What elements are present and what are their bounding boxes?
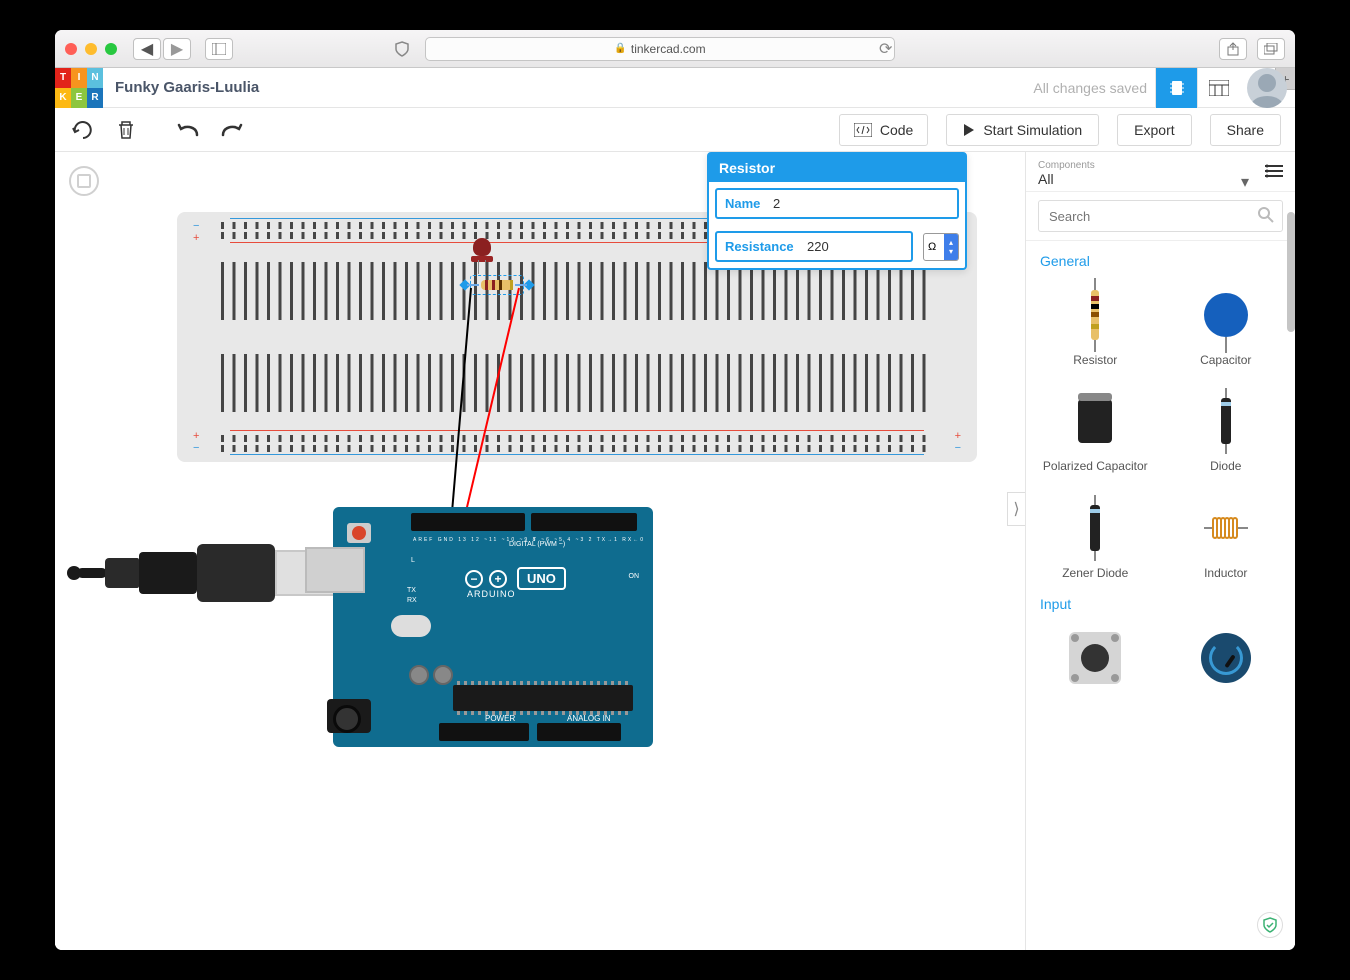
panel-scrollbar[interactable] [1287, 212, 1295, 332]
components-search-input[interactable] [1038, 200, 1283, 232]
safari-toolbar: ◀ ▶ 🔒 tinkercad.com ⟳ [55, 30, 1295, 68]
sim-label: Start Simulation [983, 122, 1082, 138]
chevron-down-icon: ▾ [1241, 172, 1249, 192]
resistor-component[interactable] [473, 278, 521, 292]
component-potentiometer[interactable] [1161, 616, 1292, 708]
components-dropdown[interactable]: Components All ▾ [1038, 160, 1255, 187]
export-label: Export [1134, 122, 1174, 138]
section-general: General [1030, 249, 1291, 273]
components-panel: Components All ▾ General [1025, 152, 1295, 950]
component-diode[interactable]: Diode [1161, 379, 1292, 485]
inspector-unit-select[interactable]: Ω ▴▾ [923, 233, 959, 261]
component-resistor[interactable]: Resistor [1030, 273, 1161, 379]
editor-main: ⟩ − + + [55, 152, 1295, 950]
browser-forward-button[interactable]: ▶ [163, 38, 191, 60]
user-avatar[interactable] [1247, 68, 1287, 108]
inspector-resistance-label: Resistance [717, 233, 801, 260]
lock-icon: 🔒 [614, 43, 626, 54]
search-icon [1257, 206, 1275, 229]
delete-button[interactable] [113, 117, 139, 143]
tabs-browser-button[interactable] [1257, 38, 1285, 60]
section-input: Input [1030, 592, 1291, 616]
redo-button[interactable] [219, 117, 245, 143]
start-simulation-button[interactable]: Start Simulation [946, 114, 1099, 146]
circuit-view-button[interactable] [1155, 68, 1197, 108]
browser-back-button[interactable]: ◀ [133, 38, 161, 60]
share-button[interactable]: Share [1210, 114, 1281, 146]
code-icon [854, 123, 872, 137]
browser-url-bar[interactable]: 🔒 tinkercad.com [425, 37, 895, 61]
browser-sidebar-button[interactable] [205, 38, 233, 60]
circuit-canvas[interactable]: ⟩ − + + [55, 152, 1025, 950]
share-browser-button[interactable] [1219, 38, 1247, 60]
browser-window: ◀ ▶ 🔒 tinkercad.com ⟳ + TIN KER Fu [55, 30, 1295, 950]
save-status: All changes saved [1033, 80, 1147, 96]
rotate-tool-button[interactable] [69, 117, 95, 143]
arduino-uno[interactable]: DIGITAL (PWM ~) −+ UNO ARDUINO L TX RX O… [333, 507, 653, 747]
component-inductor[interactable]: Inductor [1161, 486, 1292, 592]
undo-button[interactable] [175, 117, 201, 143]
privacy-shield-icon[interactable] [391, 38, 413, 60]
schematic-view-button[interactable] [1197, 68, 1239, 108]
share-label: Share [1227, 122, 1264, 138]
minimize-window-button[interactable] [85, 43, 97, 55]
close-window-button[interactable] [65, 43, 77, 55]
component-capacitor[interactable]: Capacitor [1161, 273, 1292, 379]
play-icon [963, 123, 975, 137]
list-view-button[interactable] [1265, 164, 1283, 183]
inspector-name-input[interactable] [767, 190, 957, 217]
zoom-window-button[interactable] [105, 43, 117, 55]
zoom-fit-button[interactable] [69, 166, 99, 196]
inspector-resistance-input[interactable] [801, 233, 881, 260]
usb-cable[interactable] [79, 540, 335, 608]
tinkercad-logo[interactable]: TIN KER [55, 68, 103, 108]
code-button[interactable]: Code [839, 114, 928, 146]
reload-icon[interactable]: ⟳ [879, 39, 892, 59]
led-component[interactable] [473, 238, 493, 266]
inspector-title: Resistor [709, 154, 965, 182]
arduino-reset-button[interactable] [347, 523, 371, 543]
component-zener-diode[interactable]: Zener Diode [1030, 486, 1161, 592]
app-header: TIN KER Funky Gaaris-Luulia All changes … [55, 68, 1295, 108]
component-pushbutton[interactable] [1030, 616, 1161, 708]
component-polarized-capacitor[interactable]: Polarized Capacitor [1030, 379, 1161, 485]
panel-collapse-handle[interactable]: ⟩ [1007, 492, 1025, 526]
project-title[interactable]: Funky Gaaris-Luulia [115, 79, 259, 96]
inspector-panel: Resistor Name Resistance Ω ▴▾ [707, 152, 967, 270]
export-button[interactable]: Export [1117, 114, 1191, 146]
trust-badge-icon[interactable] [1257, 912, 1283, 938]
url-host: tinkercad.com [631, 42, 706, 56]
window-controls [65, 43, 117, 55]
inspector-name-label: Name [717, 190, 767, 217]
editor-toolbar: Code Start Simulation Export Share [55, 108, 1295, 152]
code-label: Code [880, 122, 913, 138]
